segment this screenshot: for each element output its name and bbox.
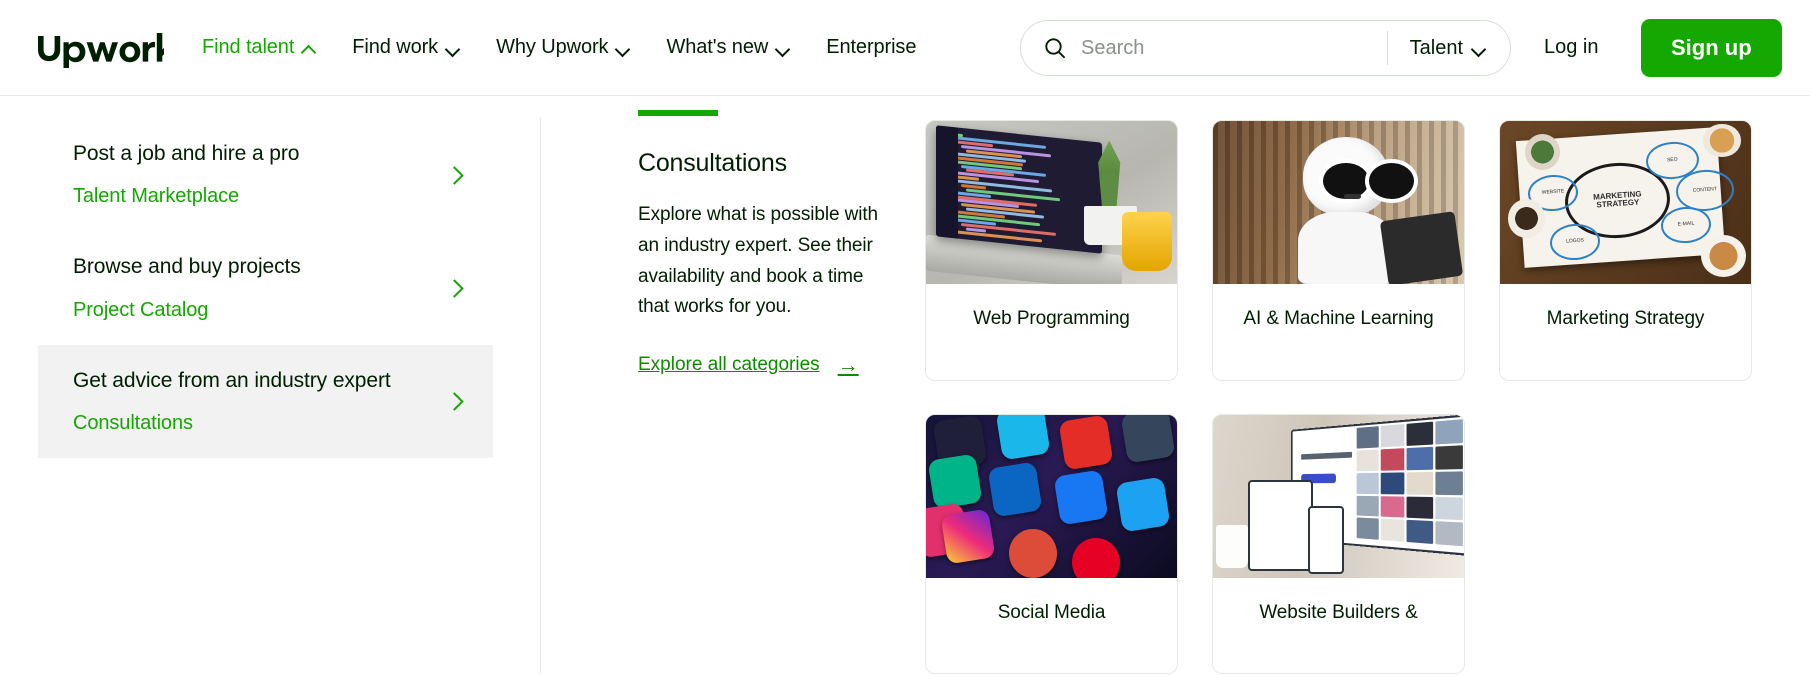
- nav-item-label: Enterprise: [826, 36, 917, 58]
- upwork-logo[interactable]: [36, 26, 164, 70]
- search-input[interactable]: [1081, 36, 1387, 60]
- chevron-right-icon: [448, 169, 460, 181]
- category-card-image: [1213, 414, 1464, 578]
- category-card-website-builders[interactable]: Website Builders &: [1212, 413, 1465, 674]
- primary-nav: Find talent Find work Why Upwork What's …: [202, 36, 916, 59]
- category-card-grid: Web Programming AI & Machine Learning MA…: [925, 110, 1810, 674]
- category-card-label: AI & Machine Learning: [1243, 308, 1434, 329]
- chevron-down-icon: [777, 44, 790, 52]
- robot-photo: [1213, 121, 1464, 284]
- sidebar-item-title: Browse and buy projects: [73, 255, 301, 279]
- sidebar-item-subtitle: Project Catalog: [73, 298, 209, 321]
- search-bar[interactable]: Talent: [1020, 20, 1511, 76]
- social-media-icons-photo: [926, 414, 1177, 578]
- sidebar-item-title: Get advice from an industry expert: [73, 368, 391, 392]
- website-builder-devices-photo: [1213, 414, 1464, 578]
- category-card-image: [926, 121, 1177, 284]
- nav-item-label: What's new: [666, 36, 769, 58]
- category-card-label: Marketing Strategy: [1546, 308, 1705, 329]
- accent-bar: [638, 110, 718, 116]
- category-card-label: Social Media: [997, 601, 1106, 623]
- explore-all-categories-link[interactable]: Explore all categories →: [638, 354, 859, 376]
- search-icon: [1043, 36, 1067, 60]
- panel-title: Consultations: [638, 149, 787, 177]
- search-scope-label: Talent: [1409, 36, 1463, 59]
- nav-item-label: Why Upwork: [496, 36, 609, 58]
- category-card-ai-machine-learning[interactable]: AI & Machine Learning: [1212, 120, 1465, 381]
- chevron-right-icon: [448, 282, 460, 294]
- chevron-down-icon: [617, 44, 630, 52]
- chevron-up-icon: [303, 44, 316, 52]
- nav-item-why-upwork[interactable]: Why Upwork: [496, 36, 630, 59]
- sidebar-item-talent-marketplace[interactable]: Post a job and hire a pro Talent Marketp…: [38, 118, 493, 231]
- log-in-link[interactable]: Log in: [1544, 36, 1599, 59]
- sidebar-item-title: Post a job and hire a pro: [73, 142, 300, 165]
- category-card-label: Website Builders &: [1259, 601, 1418, 623]
- category-card-image: [1213, 121, 1464, 284]
- sidebar-item-consultations[interactable]: Get advice from an industry expert Consu…: [38, 344, 493, 459]
- dropdown-content: Consultations Explore what is possible w…: [541, 96, 1810, 674]
- nav-item-label: Find work: [352, 36, 439, 58]
- nav-item-label: Find talent: [202, 36, 295, 58]
- search-scope-selector[interactable]: Talent: [1388, 37, 1510, 60]
- chevron-down-icon: [447, 44, 460, 52]
- dropdown-sidebar: Post a job and hire a pro Talent Marketp…: [0, 96, 541, 674]
- sidebar-item-subtitle: Talent Marketplace: [73, 185, 240, 208]
- panel-description: Explore what is possible with an industr…: [638, 204, 878, 318]
- laptop-code-photo: [926, 121, 1177, 284]
- category-card-image: [926, 414, 1177, 578]
- sidebar-item-project-catalog[interactable]: Browse and buy projects Project Catalog: [38, 231, 493, 344]
- nav-item-enterprise[interactable]: Enterprise: [826, 36, 916, 59]
- find-talent-dropdown-panel: Post a job and hire a pro Talent Marketp…: [0, 96, 1810, 674]
- nav-item-whats-new[interactable]: What's new: [666, 36, 790, 59]
- nav-item-find-talent[interactable]: Find talent: [202, 36, 316, 59]
- site-header: Find talent Find work Why Upwork What's …: [0, 0, 1810, 96]
- nav-item-find-work[interactable]: Find work: [352, 36, 460, 59]
- chevron-right-icon: [448, 395, 460, 407]
- marketing-strategy-photo: MARKETING STRATEGY WEBSITE SEO CONTENT E-…: [1500, 121, 1751, 284]
- category-card-social-media[interactable]: Social Media: [925, 413, 1178, 674]
- category-card-label: Web Programming: [973, 308, 1130, 329]
- category-card-image: MARKETING STRATEGY WEBSITE SEO CONTENT E-…: [1500, 121, 1751, 284]
- category-card-marketing-strategy[interactable]: MARKETING STRATEGY WEBSITE SEO CONTENT E-…: [1499, 120, 1752, 381]
- explore-all-categories-label: Explore all categories: [638, 354, 820, 376]
- sidebar-item-subtitle: Consultations: [73, 412, 193, 435]
- consultations-intro: Consultations Explore what is possible w…: [638, 110, 888, 674]
- sign-up-button[interactable]: Sign up: [1641, 19, 1782, 77]
- chevron-down-icon: [1473, 44, 1486, 52]
- category-card-web-programming[interactable]: Web Programming: [925, 120, 1178, 381]
- arrow-right-icon: →: [837, 353, 859, 377]
